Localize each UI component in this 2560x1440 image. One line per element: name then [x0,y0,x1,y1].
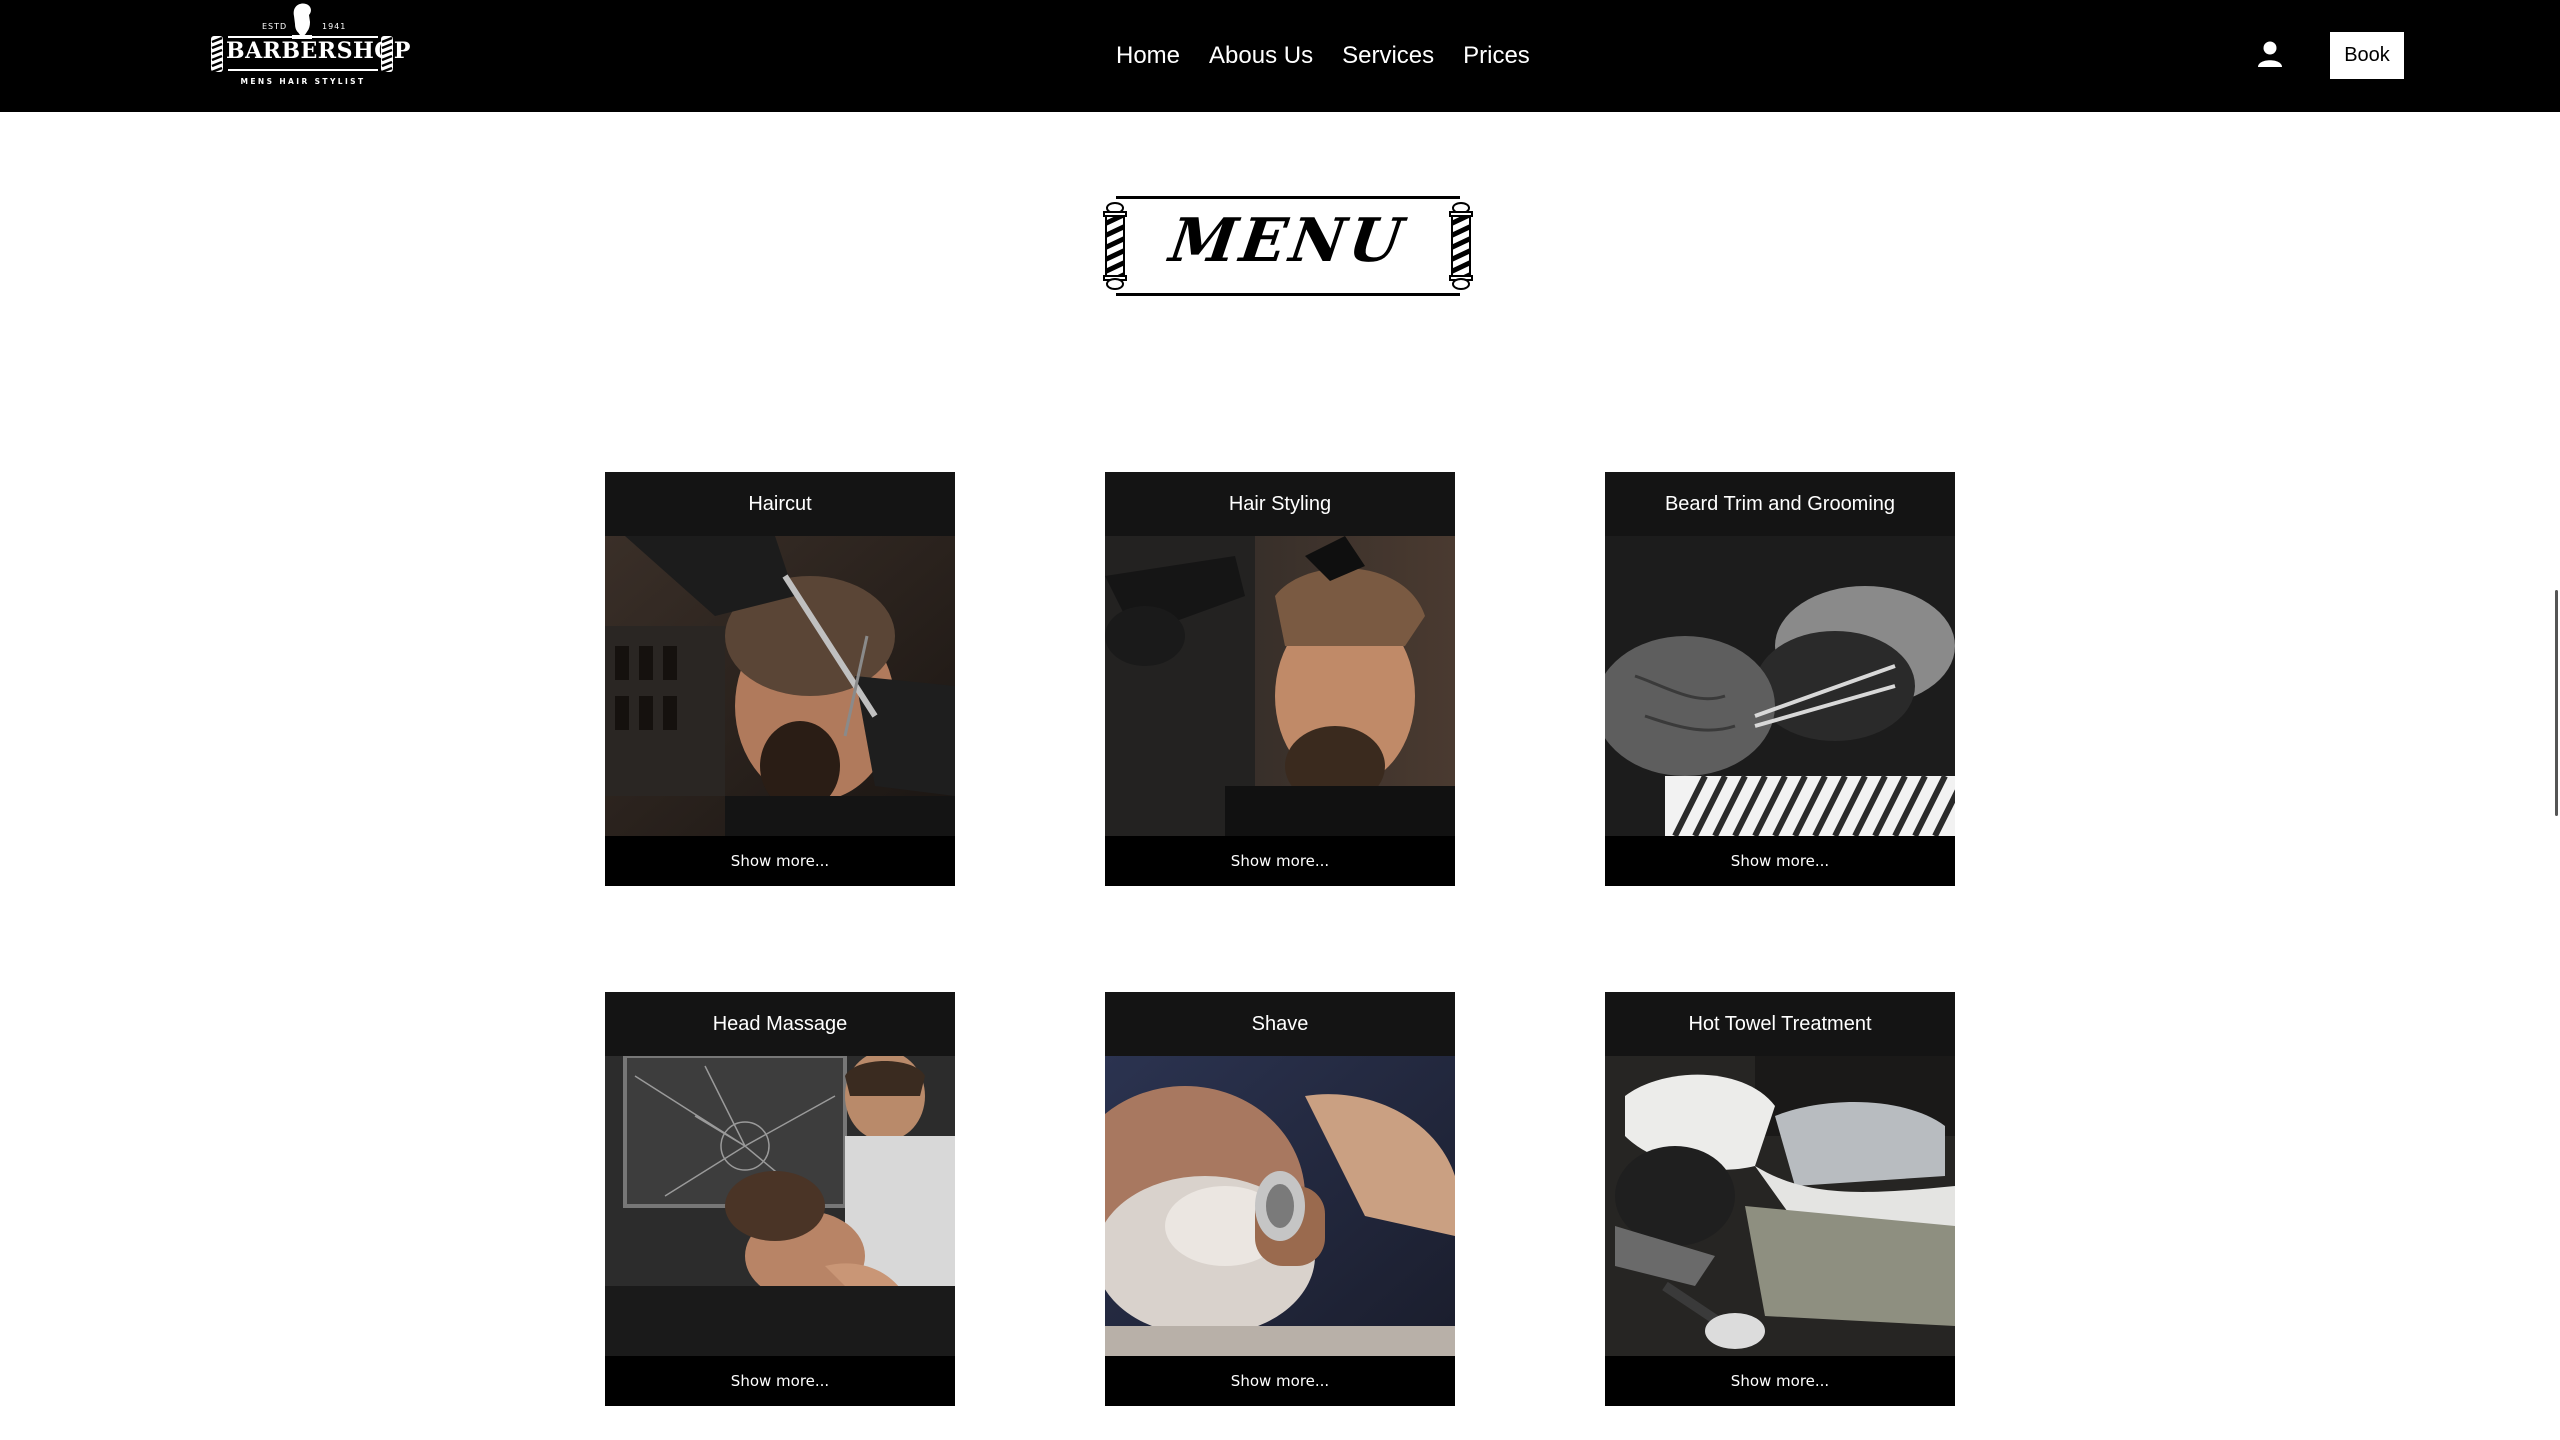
hot-towel-photo [1605,1056,1955,1356]
barber-pole-icon [211,36,223,74]
show-more-link[interactable]: Show more... [1605,1356,1955,1406]
nav-home[interactable]: Home [1116,42,1180,70]
hair-styling-photo [1105,536,1455,836]
menu-title: MENU [1165,206,1411,276]
service-card-head-massage[interactable]: Head Massage Show more... [605,992,955,1406]
user-icon[interactable] [2256,40,2284,68]
haircut-photo [605,536,955,836]
service-card-hot-towel[interactable]: Hot Towel Treatment Show more... [1605,992,1955,1406]
service-card-title: Hot Towel Treatment [1605,992,1955,1056]
service-card-hair-styling[interactable]: Hair Styling Show more... [1105,472,1455,886]
logo-year: 1941 [322,22,347,31]
service-card-title: Hair Styling [1105,472,1455,536]
logo-estd: ESTD [262,22,288,31]
show-more-link[interactable]: Show more... [1105,1356,1455,1406]
barber-pole-icon [1449,202,1473,290]
main-nav: Home Abous Us Services Prices [1116,0,1530,112]
service-card-title: Beard Trim and Grooming [1605,472,1955,536]
service-card-title: Shave [1105,992,1455,1056]
service-card-haircut[interactable]: Haircut Show more... [605,472,955,886]
barber-crest-icon [292,3,312,39]
show-more-link[interactable]: Show more... [1105,836,1455,886]
nav-prices[interactable]: Prices [1463,42,1530,70]
service-card-shave[interactable]: Shave Show more... [1105,992,1455,1406]
shave-photo [1105,1056,1455,1356]
book-button[interactable]: Book [2330,32,2404,79]
logo-brand: BARBERSHOP [226,38,411,64]
show-more-link[interactable]: Show more... [605,836,955,886]
head-massage-photo [605,1056,955,1356]
barbershop-logo[interactable]: ESTD 1941 BARBERSHOP MENS HAIR STYLIST [210,0,411,92]
service-card-title: Head Massage [605,992,955,1056]
beard-trim-photo [1605,536,1955,836]
barber-pole-icon [381,36,393,74]
page-scrollbar[interactable] [2555,590,2558,816]
menu-banner: MENU [1100,192,1476,300]
show-more-link[interactable]: Show more... [605,1356,955,1406]
service-card-title: Haircut [605,472,955,536]
service-card-beard-trim[interactable]: Beard Trim and Grooming Show more... [1605,472,1955,886]
navbar: ESTD 1941 BARBERSHOP MENS HAIR STYLIST H… [0,0,2560,112]
show-more-link[interactable]: Show more... [1605,836,1955,886]
logo-tagline: MENS HAIR STYLIST [240,77,366,86]
logo-rule-bottom [228,69,378,71]
nav-about-us[interactable]: Abous Us [1209,42,1313,70]
nav-services[interactable]: Services [1342,42,1434,70]
